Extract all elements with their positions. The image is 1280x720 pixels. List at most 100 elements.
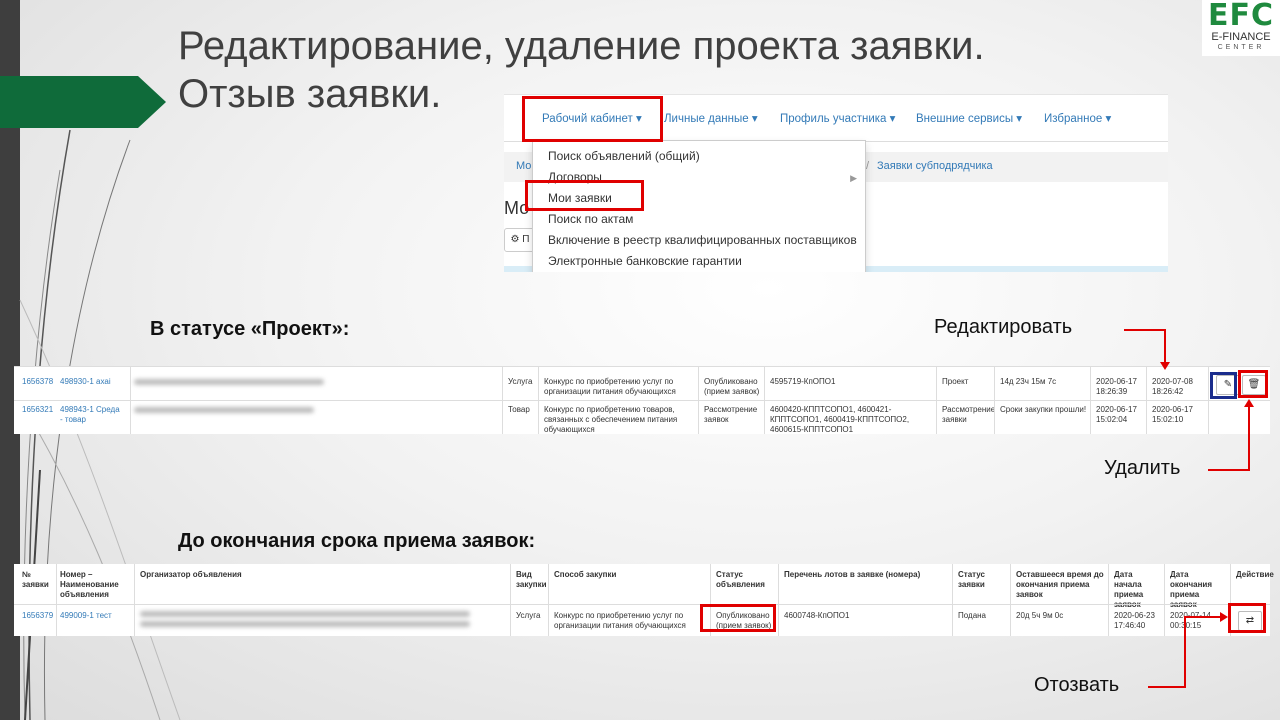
callout-delete: Удалить (1104, 457, 1181, 479)
callout-line (1148, 686, 1186, 688)
blurred-organizer (140, 611, 470, 617)
logo-subtitle: E-FINANCE (1211, 31, 1271, 43)
applications-table-project: 1656378 498930-1 ахаі Услуга Конкурс по … (14, 366, 1270, 434)
menu-item-registry[interactable]: Включение в реестр квалифицированных пос… (548, 233, 857, 247)
column-divider (130, 366, 131, 434)
application-status: Проект (942, 377, 969, 386)
column-header: Действие (1236, 570, 1274, 579)
column-divider (764, 366, 765, 434)
application-status: Рассмотрение заявки (942, 405, 996, 424)
column-divider (548, 564, 549, 636)
start-date: 2020-06-23 17:46:40 (1114, 611, 1155, 630)
nav-external[interactable]: Внешние сервисы ▾ (916, 111, 1022, 125)
column-divider (698, 366, 699, 434)
arrow-down-icon (1160, 362, 1170, 370)
menu-item-search-acts[interactable]: Поиск по актам (548, 212, 633, 226)
purchase-method: Конкурс по приобретению услуг по организ… (544, 377, 676, 396)
green-arrow-banner (0, 76, 166, 128)
time-remaining: 14д 23ч 15м 7с (1000, 377, 1057, 386)
callout-line (1184, 616, 1220, 618)
nav-personal[interactable]: Личные данные ▾ (664, 111, 758, 125)
blurred-organizer (140, 621, 470, 627)
app-number-link[interactable]: 1656379 (22, 611, 53, 621)
column-divider (994, 366, 995, 434)
arrow-up-icon (1244, 399, 1254, 407)
column-divider (952, 564, 953, 636)
menu-item-search-ads[interactable]: Поиск объявлений (общий) (548, 149, 700, 163)
purchase-type: Услуга (508, 377, 533, 386)
breadcrumb-applications[interactable]: Заявки субподрядчика (877, 160, 993, 172)
callout-edit: Редактировать (934, 316, 1073, 338)
efc-logo: EFC E-FINANCE CENTER (1202, 0, 1280, 56)
column-divider (1108, 564, 1109, 636)
breadcrumb-separator: / (866, 160, 870, 172)
column-header: Статус объявления (716, 570, 765, 589)
end-date: 2020-07-08 18:26:42 (1152, 377, 1193, 396)
nav-favorites[interactable]: Избранное ▾ (1044, 111, 1111, 125)
column-divider (1090, 366, 1091, 434)
callout-line (1208, 469, 1250, 471)
lots-list: 4600748-КпОПО1 (784, 611, 850, 620)
column-header: Оставшееся время до окончания приема зая… (1016, 570, 1104, 599)
column-divider (510, 564, 511, 636)
time-remaining: Сроки закупки прошли! (1000, 405, 1087, 414)
logo-mark: EFC (1207, 0, 1274, 33)
highlight-announcement-status (700, 604, 776, 632)
column-divider (56, 564, 57, 636)
nav-profile[interactable]: Профиль участника ▾ (780, 111, 895, 125)
start-date: 2020-06-17 15:02:04 (1096, 405, 1137, 424)
column-divider (778, 564, 779, 636)
announcement-status: Рассмотрение заявок (704, 405, 758, 424)
column-header: Организатор объявления (140, 570, 242, 579)
blurred-organizer (134, 379, 324, 385)
announcement-link[interactable]: 498943-1 Среда - товар (60, 405, 120, 425)
column-header: Вид закупки (516, 570, 547, 589)
table-row[interactable]: 1656378 498930-1 ахаі Услуга Конкурс по … (14, 366, 1270, 401)
column-divider (502, 366, 503, 434)
chevron-right-icon: ▶ (850, 173, 857, 183)
announcement-link[interactable]: 499009-1 тест (60, 611, 112, 621)
callout-line (1184, 616, 1186, 688)
lots-list: 4595719-КпОПО1 (770, 377, 836, 386)
start-date: 2020-06-17 18:26:39 (1096, 377, 1137, 396)
callout-line (1124, 329, 1166, 331)
arrow-right-icon (1220, 612, 1228, 622)
column-header: Способ закупки (554, 570, 617, 579)
highlight-withdraw (1228, 603, 1266, 633)
title-line-1: Редактирование, удаление проекта заявки. (178, 24, 985, 68)
blurred-organizer (134, 407, 314, 413)
column-divider (538, 366, 539, 434)
applications-table-active: № заявки Номер – Наименование объявления… (14, 564, 1274, 637)
section-deadline-label: До окончания срока приема заявок: (178, 530, 536, 552)
column-divider (134, 564, 135, 636)
end-date: 2020-07-14 00:30:15 (1170, 611, 1218, 631)
column-divider (1164, 564, 1165, 636)
highlight-my-applications (525, 180, 644, 211)
menu-item-bank-guarantees[interactable]: Электронные банковские гарантии (548, 254, 742, 268)
callout-line (1248, 406, 1250, 471)
purchase-method: Конкурс по приобретению товаров, связанн… (544, 405, 678, 434)
lots-list: 4600420-КППТСОПО1, 4600421-КППТСОПО1, 46… (770, 405, 910, 434)
table-row[interactable]: 1656321 498943-1 Среда - товар Товар Кон… (14, 400, 1270, 435)
app-number-link[interactable]: 1656321 (22, 405, 53, 415)
app-number-link[interactable]: 1656378 (22, 377, 53, 387)
title-line-2: Отзыв заявки. (178, 72, 442, 116)
application-status: Подана (958, 611, 987, 620)
highlight-cabinet (522, 96, 663, 142)
announcement-link[interactable]: 498930-1 ахаі (60, 377, 111, 387)
callout-line (1164, 329, 1166, 363)
column-header: Номер – Наименование объявления (60, 570, 119, 599)
purchase-type: Товар (508, 405, 530, 414)
announcement-status: Опубликовано (прием заявок) (704, 377, 760, 396)
highlight-delete (1238, 370, 1268, 398)
highlight-edit (1210, 372, 1237, 399)
column-divider (1010, 564, 1011, 636)
column-header: Перечень лотов в заявке (номера) (784, 570, 921, 579)
column-header: Статус заявки (958, 570, 985, 589)
column-divider (936, 366, 937, 434)
table-row[interactable]: 1656379 499009-1 тест Услуга Конкурс по … (14, 604, 1270, 637)
column-divider (1146, 366, 1147, 434)
breadcrumb-home[interactable]: Мо (516, 160, 531, 172)
section-project-label: В статусе «Проект»: (150, 318, 350, 340)
logo-center: CENTER (1217, 44, 1265, 51)
